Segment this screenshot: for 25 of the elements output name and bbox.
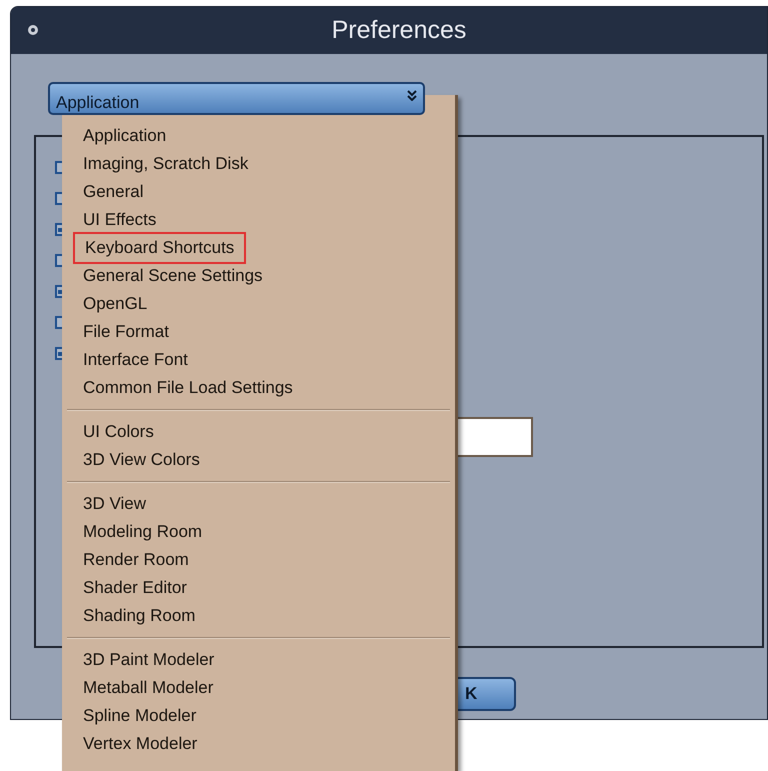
menu-item[interactable]: Spline Modeler xyxy=(67,702,206,730)
menu-item[interactable]: 3D View Colors xyxy=(67,446,210,474)
menu-item[interactable]: Modeling Room xyxy=(67,518,212,546)
menu-item[interactable]: General xyxy=(67,178,154,206)
menu-item[interactable]: General Scene Settings xyxy=(67,262,273,290)
menu-item[interactable]: Shading Room xyxy=(67,602,206,630)
window-title: Preferences xyxy=(330,14,466,46)
window-button-icon[interactable] xyxy=(28,25,38,35)
menu-item[interactable]: Common File Load Settings xyxy=(67,374,303,402)
menu-item[interactable]: Metaball Modeler xyxy=(67,674,224,702)
menu-item[interactable]: Interface Font xyxy=(67,346,198,374)
menu-item[interactable]: Keyboard Shortcuts xyxy=(73,232,246,264)
menu-item[interactable]: OpenGL xyxy=(67,290,158,318)
menu-item[interactable]: Render Room xyxy=(67,546,199,574)
menu-item[interactable]: Vertex Modeler xyxy=(67,730,208,758)
menu-item[interactable]: UI Colors xyxy=(67,418,164,446)
double-chevron-icon xyxy=(407,90,417,101)
menu-item[interactable]: UI Effects xyxy=(67,206,166,234)
menu-item[interactable]: 3D View xyxy=(67,490,156,518)
menu-item[interactable]: Imaging, Scratch Disk xyxy=(67,150,258,178)
menu-item[interactable]: File Format xyxy=(67,318,179,346)
menu-item[interactable]: 3D Paint Modeler xyxy=(67,646,224,674)
category-dropdown[interactable]: Application xyxy=(48,82,425,115)
menu-item[interactable]: Application xyxy=(67,122,176,150)
menu-item[interactable]: Shader Editor xyxy=(67,574,197,602)
